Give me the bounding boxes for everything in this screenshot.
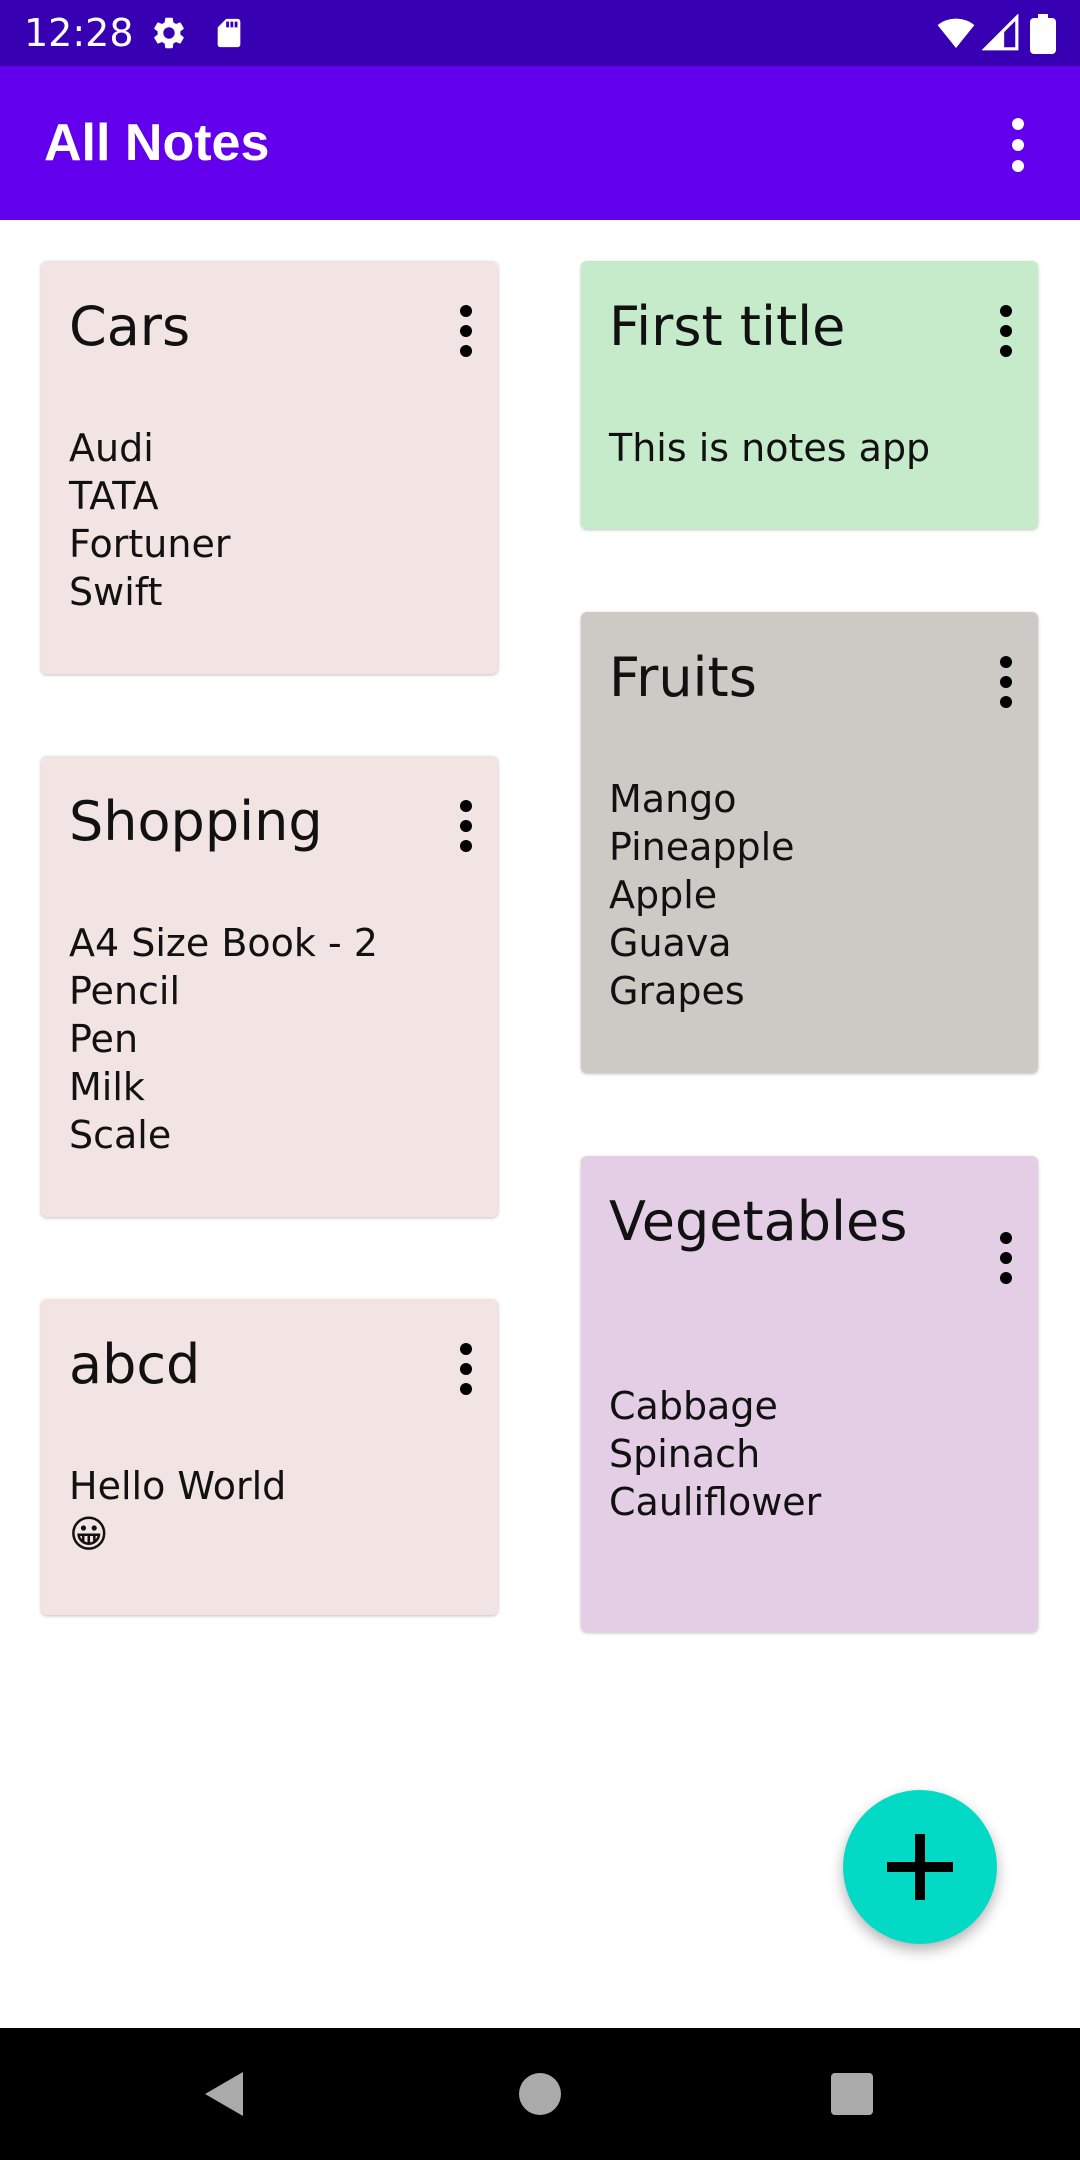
note-line: Milk xyxy=(69,1065,145,1109)
note-card-cars[interactable]: Cars Audi TATA Fortuner Swift xyxy=(41,261,498,674)
note-line: Grapes xyxy=(609,969,745,1013)
status-time: 12:28 xyxy=(24,11,134,55)
note-card-shopping[interactable]: Shopping A4 Size Book - 2 Pencil Pen Mil… xyxy=(41,756,498,1217)
note-body: Hello World 😀 xyxy=(69,1462,286,1558)
status-bar: 12:28 xyxy=(0,0,1080,66)
note-title: Vegetables xyxy=(609,1190,908,1253)
overflow-menu-button[interactable] xyxy=(990,110,1046,180)
note-line: Mango xyxy=(609,777,737,821)
note-line: Scale xyxy=(69,1113,172,1157)
note-line: Swift xyxy=(69,570,163,614)
note-line: Cauliflower xyxy=(609,1480,822,1524)
note-title: Cars xyxy=(69,295,191,358)
more-vert-icon xyxy=(1000,305,1012,357)
note-line: Audi xyxy=(69,426,154,470)
note-menu-button[interactable] xyxy=(986,301,1026,361)
recents-button[interactable] xyxy=(822,2064,882,2124)
more-vert-icon xyxy=(1000,656,1012,708)
wifi-icon xyxy=(934,14,978,56)
settings-icon xyxy=(150,14,188,56)
recents-icon xyxy=(831,2073,873,2115)
back-icon xyxy=(205,2072,243,2116)
note-line: This is notes app xyxy=(609,426,931,470)
note-menu-button[interactable] xyxy=(446,796,486,856)
note-line: TATA xyxy=(69,474,159,518)
note-card-first-title[interactable]: First title This is notes app xyxy=(581,261,1038,529)
page-title: All Notes xyxy=(44,114,270,172)
note-line: Fortuner xyxy=(69,522,231,566)
home-button[interactable] xyxy=(510,2064,570,2124)
note-line: Guava xyxy=(609,921,732,965)
note-body: Audi TATA Fortuner Swift xyxy=(69,424,230,616)
sd-card-icon xyxy=(212,14,246,56)
note-body: Mango Pineapple Apple Guava Grapes xyxy=(609,775,795,1015)
more-vert-icon xyxy=(1012,118,1024,172)
note-line: Hello World xyxy=(69,1464,287,1508)
note-body: A4 Size Book - 2 Pencil Pen Milk Scale xyxy=(69,919,378,1159)
note-title: First title xyxy=(609,295,846,358)
note-line: Pineapple xyxy=(609,825,795,869)
note-menu-button[interactable] xyxy=(986,652,1026,712)
more-vert-icon xyxy=(460,800,472,852)
note-card-fruits[interactable]: Fruits Mango Pineapple Apple Guava Grape… xyxy=(581,612,1038,1073)
add-note-button[interactable] xyxy=(843,1790,997,1944)
note-line: Pen xyxy=(69,1017,139,1061)
note-menu-button[interactable] xyxy=(446,1339,486,1399)
more-vert-icon xyxy=(460,305,472,357)
note-body: This is notes app xyxy=(609,424,930,472)
note-line: Spinach xyxy=(609,1432,761,1476)
note-title: Fruits xyxy=(609,646,757,709)
note-line: A4 Size Book - 2 xyxy=(69,921,378,965)
back-button[interactable] xyxy=(195,2064,255,2124)
note-line: Cabbage xyxy=(609,1384,778,1428)
add-icon xyxy=(887,1834,953,1900)
more-vert-icon xyxy=(1000,1232,1012,1284)
battery-icon xyxy=(1030,14,1056,58)
note-card-abcd[interactable]: abcd Hello World 😀 xyxy=(41,1299,498,1615)
note-menu-button[interactable] xyxy=(446,301,486,361)
home-icon xyxy=(519,2073,561,2115)
note-line: Apple xyxy=(609,873,718,917)
note-title: abcd xyxy=(69,1333,201,1396)
note-line: Pencil xyxy=(69,969,181,1013)
note-line: 😀 xyxy=(69,1512,109,1556)
navigation-bar xyxy=(0,2028,1080,2160)
note-card-vegetables[interactable]: Vegetables Cabbage Spinach Cauliflower xyxy=(581,1156,1038,1632)
note-menu-button[interactable] xyxy=(986,1228,1026,1288)
note-title: Shopping xyxy=(69,790,323,853)
signal-icon xyxy=(981,13,1020,56)
app-bar: All Notes xyxy=(0,66,1080,220)
more-vert-icon xyxy=(460,1343,472,1395)
note-body: Cabbage Spinach Cauliflower xyxy=(609,1382,821,1526)
